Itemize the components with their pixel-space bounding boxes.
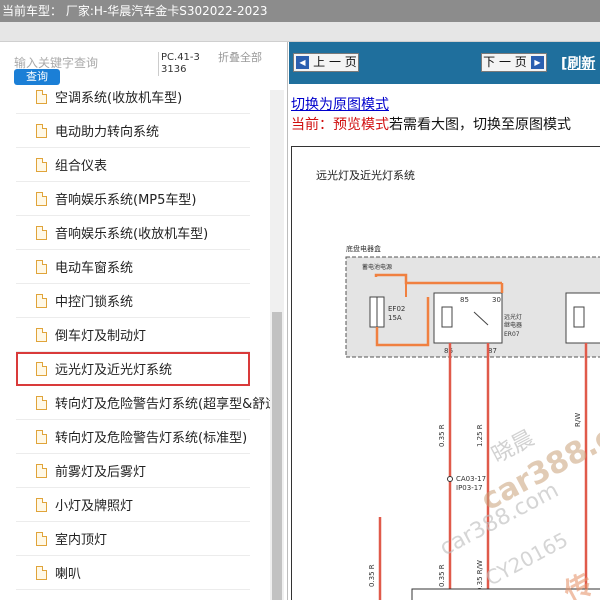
diagram-title: 远光灯及近光灯系统 bbox=[316, 168, 415, 182]
wire-right-label: 1.25 R bbox=[476, 424, 484, 447]
tree-item[interactable]: 点烟器 bbox=[16, 590, 250, 600]
document-icon bbox=[36, 395, 47, 410]
fuse-name: EF02 bbox=[388, 305, 405, 313]
relay-coil bbox=[441, 306, 453, 328]
tree-item[interactable]: 前雾灯及后雾灯 bbox=[16, 454, 250, 488]
wire-left-lower-label: 0.35 R bbox=[368, 564, 376, 587]
wire-left-label: 0.35 R bbox=[438, 424, 446, 447]
tree-item[interactable]: 远光灯及近光灯系统 bbox=[16, 352, 250, 386]
tree-item[interactable]: 中控门锁系统 bbox=[16, 284, 250, 318]
fuse-rating: 15A bbox=[388, 314, 402, 322]
prev-page-button[interactable]: ◀ 上 一 页 bbox=[293, 53, 359, 72]
page-nav-bar: ◀ 上 一 页 下 一 页 ▶ [刷新 bbox=[289, 42, 600, 84]
wiring-diagram[interactable]: 远光灯及近光灯系统 底盘电器盒 蓄电池电源 EF02 15A 85 30 86 … bbox=[291, 146, 600, 600]
next-page-label: 下 一 页 bbox=[483, 55, 527, 69]
document-icon bbox=[36, 429, 47, 444]
system-tree: 空调系统(收放机车型) 电动助力转向系统 组合仪表音响娱乐系统(MP5车型) 音响娱乐… bbox=[0, 90, 270, 600]
wire-mid-lower-2-label: 0.35 R/W bbox=[476, 560, 484, 592]
relay-name: ER07 bbox=[504, 331, 520, 338]
document-icon bbox=[36, 497, 47, 512]
switch-block bbox=[411, 588, 600, 600]
connector-dot bbox=[447, 476, 453, 482]
wiring-diagram-svg: 远光灯及近光灯系统 底盘电器盒 蓄电池电源 EF02 15A 85 30 86 … bbox=[316, 168, 600, 600]
pin-85: 85 bbox=[460, 296, 469, 304]
switch-original-mode-link[interactable]: 切换为原图模式 bbox=[291, 94, 389, 114]
tree-item-label: 倒车灯及制动灯 bbox=[55, 329, 147, 344]
tree-item-label: 电动助力转向系统 bbox=[55, 125, 160, 140]
document-icon bbox=[36, 327, 47, 342]
tree-item-label: 喇叭 bbox=[55, 567, 82, 582]
scrollbar-thumb[interactable] bbox=[272, 312, 282, 600]
relay-label-2: 继电器 bbox=[504, 321, 522, 329]
wire-far-label: R/W bbox=[574, 413, 582, 427]
tree-item-label: 音响娱乐系统(收放机车型) bbox=[55, 227, 209, 242]
document-icon bbox=[36, 293, 47, 308]
tree-item[interactable]: 转向灯及危险警告灯系统(超享型&舒适型) bbox=[16, 386, 270, 420]
tree-item-label: 组合仪表 bbox=[55, 159, 108, 174]
search-area: 查询 PC.41-33136 折叠全部 bbox=[0, 42, 288, 90]
collapse-all-link[interactable]: 折叠全部 bbox=[218, 52, 264, 64]
sidebar: 查询 PC.41-33136 折叠全部 空调系统(收放机车型) 电动助力转向系统组… bbox=[0, 42, 288, 600]
fuse-box-label: 底盘电器盒 bbox=[346, 244, 381, 253]
main-content: ◀ 上 一 页 下 一 页 ▶ [刷新 切换为原图模式 当前：预览模式若需看大图… bbox=[289, 42, 600, 600]
query-button[interactable]: 查询 bbox=[14, 69, 60, 85]
tree-item-label: 小灯及牌照灯 bbox=[55, 499, 134, 514]
document-icon bbox=[36, 225, 47, 240]
wire-mid-lower-label: 0.35 R bbox=[438, 564, 446, 587]
document-icon bbox=[36, 259, 47, 274]
tree-item[interactable]: 转向灯及危险警告灯系统(标准型) bbox=[16, 420, 250, 454]
pin-87: 87 bbox=[488, 347, 497, 355]
document-icon bbox=[36, 191, 47, 206]
mode-status-hint: 若需看大图，切换至原图模式 bbox=[389, 117, 571, 133]
mode-status-current: 当前：预览模式 bbox=[291, 117, 389, 133]
tree-item-label: 转向灯及危险警告灯系统(标准型) bbox=[55, 431, 248, 446]
tree-item-label: 电动车窗系统 bbox=[55, 261, 134, 276]
pin-30: 30 bbox=[492, 296, 501, 304]
tree-item-label: 转向灯及危险警告灯系统(超享型&舒适型) bbox=[55, 397, 270, 412]
tree-item[interactable]: 电动助力转向系统 bbox=[16, 114, 250, 148]
pin-86: 86 bbox=[444, 347, 453, 355]
tree-item-label: 音响娱乐系统(MP5车型) bbox=[55, 193, 197, 208]
sidebar-scrollbar[interactable] bbox=[270, 90, 284, 600]
tree-item-label: 前雾灯及后雾灯 bbox=[55, 465, 147, 480]
pc-code-label: PC.41-33136 bbox=[158, 52, 204, 76]
document-icon bbox=[36, 565, 47, 580]
low-relay-coil bbox=[573, 306, 585, 328]
tree-item[interactable]: 电动车窗系统 bbox=[16, 250, 250, 284]
tree-item-label: 中控门锁系统 bbox=[55, 295, 134, 310]
arrow-right-icon: ▶ bbox=[531, 56, 544, 69]
tree-list: 空调系统(收放机车型) 电动助力转向系统 组合仪表音响娱乐系统(MP5车型) 音响娱乐… bbox=[16, 90, 270, 600]
tree-item-label: 室内顶灯 bbox=[55, 533, 108, 548]
tree-item[interactable]: 室内顶灯 bbox=[16, 522, 250, 556]
tree-item[interactable]: 小灯及牌照灯 bbox=[16, 488, 250, 522]
tree-item[interactable]: 音响娱乐系统(MP5车型) bbox=[16, 182, 250, 216]
battery-label: 蓄电池电源 bbox=[362, 263, 392, 271]
document-icon bbox=[36, 361, 47, 376]
toolbar-strip bbox=[0, 22, 600, 42]
arrow-left-icon: ◀ bbox=[296, 56, 309, 69]
tree-item-label: 远光灯及近光灯系统 bbox=[55, 363, 173, 378]
document-icon bbox=[36, 90, 47, 104]
tree-item-label: 空调系统(收放机车型) bbox=[55, 91, 183, 106]
next-page-button[interactable]: 下 一 页 ▶ bbox=[481, 53, 547, 72]
document-icon bbox=[36, 463, 47, 478]
tree-item[interactable]: 喇叭 bbox=[16, 556, 250, 590]
document-icon bbox=[36, 157, 47, 172]
relay-label-1: 远光灯 bbox=[504, 313, 522, 321]
tree-item[interactable]: 组合仪表 bbox=[16, 148, 250, 182]
refresh-link[interactable]: [刷新 bbox=[561, 53, 595, 73]
document-icon bbox=[36, 123, 47, 138]
tree-item[interactable]: 音响娱乐系统(收放机车型) bbox=[16, 216, 250, 250]
tree-item[interactable]: 空调系统(收放机车型) bbox=[16, 90, 250, 114]
mode-status-line: 当前：预览模式若需看大图，切换至原图模式 bbox=[291, 114, 571, 134]
prev-page-label: 上 一 页 bbox=[313, 55, 357, 69]
connector-ca03-label: CA03-17 bbox=[456, 475, 486, 483]
tree-item[interactable]: 倒车灯及制动灯 bbox=[16, 318, 250, 352]
document-icon bbox=[36, 531, 47, 546]
window-title: 当前车型： 厂家:H-华晨汽车金卡S302022-2023 bbox=[0, 0, 600, 22]
connector-ip03-label: IP03-17 bbox=[456, 484, 483, 492]
